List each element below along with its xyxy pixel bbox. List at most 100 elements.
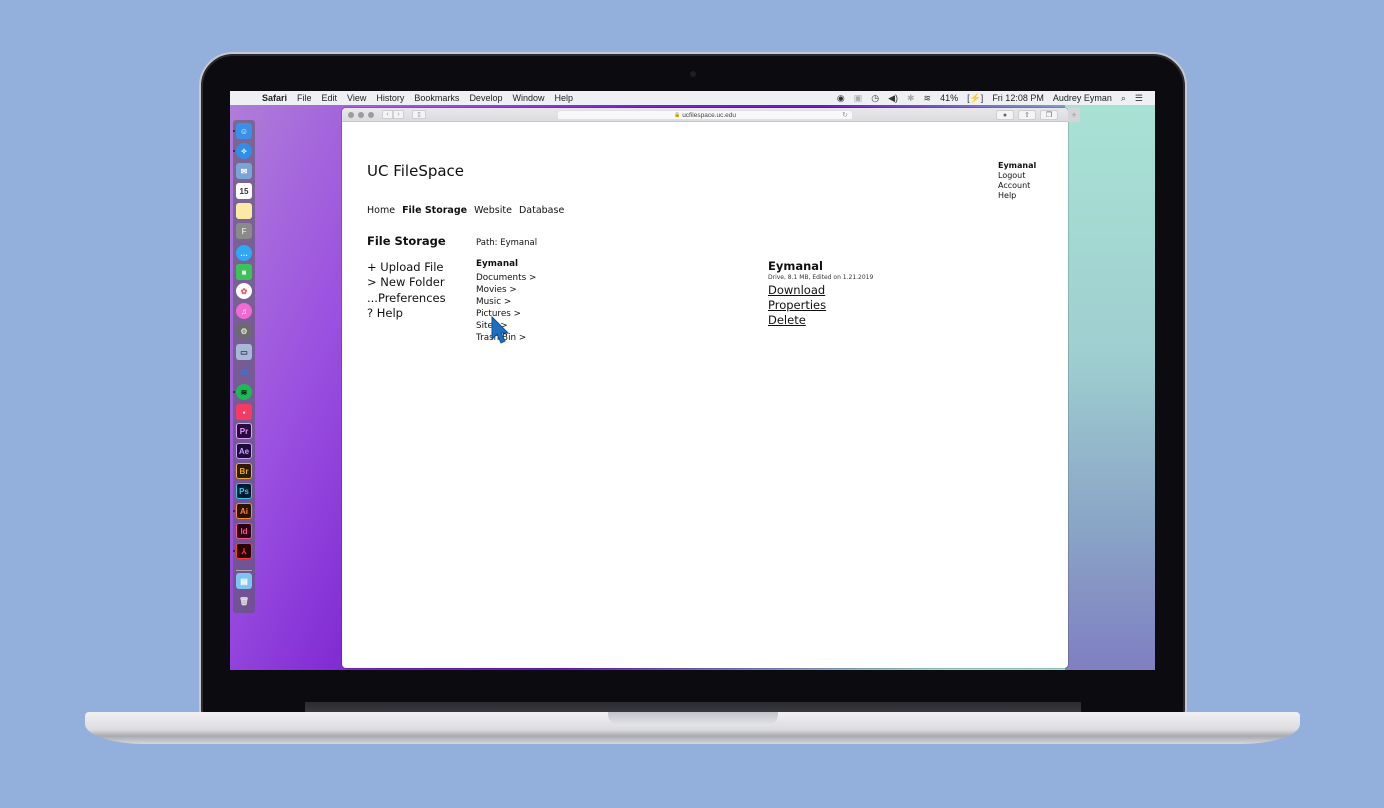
dock-calendar-icon[interactable]: 15 (236, 183, 252, 199)
laptop-notch (608, 712, 778, 726)
dock: ☺ ✧ ✉ 15 F … ■ ✿ ♫ ⚙ ▭ W ≋ ▪ Pr Ae Br Ps Ai Id ⅄ ▤ 🗑 (233, 120, 255, 613)
sidebar-toggle-button[interactable]: ▯ (412, 110, 426, 119)
dock-finder-icon[interactable]: ☺ (236, 123, 252, 139)
wallpaper (1065, 91, 1155, 670)
toolbar-right: ● ⇧ ❐ (996, 110, 1058, 120)
folder-movies[interactable]: Movies > (476, 284, 536, 296)
dock-facetime-icon[interactable]: ■ (236, 264, 252, 280)
dock-fontbook-icon[interactable]: F (236, 223, 252, 239)
battery-percent[interactable]: 41% (940, 93, 958, 103)
account-link[interactable]: Account (998, 181, 1036, 191)
dock-running-indicator (233, 150, 235, 152)
desktop-screen: Safari File Edit View History Bookmarks … (230, 91, 1155, 670)
storage-actions: + Upload File > New Folder ...Preference… (367, 260, 446, 321)
dock-notes-icon[interactable] (236, 203, 252, 219)
dock-downloads-icon[interactable]: ▤ (236, 573, 252, 589)
battery-icon[interactable]: [⚡] (967, 93, 983, 104)
storage-help-link[interactable]: ? Help (367, 306, 446, 321)
dock-preview-icon[interactable]: ▭ (236, 344, 252, 360)
wifi-icon[interactable]: ≋ (924, 93, 932, 104)
menu-file[interactable]: File (297, 93, 312, 103)
minimize-window-button[interactable] (358, 111, 364, 118)
account-username: Eymanal (998, 161, 1037, 170)
web-page: UC FileSpace Eymanal Logout Account Help… (342, 122, 1068, 668)
downloads-button[interactable]: ● (996, 110, 1014, 120)
preferences-link[interactable]: ...Preferences (367, 291, 446, 306)
logout-link[interactable]: Logout (998, 171, 1036, 181)
dock-itunes-icon[interactable]: ♫ (236, 303, 252, 319)
section-title: File Storage (367, 234, 446, 248)
forward-button[interactable]: › (393, 110, 404, 119)
dock-safari-icon[interactable]: ✧ (236, 143, 252, 159)
folder-music[interactable]: Music > (476, 296, 536, 308)
dock-acrobat-icon[interactable]: ⅄ (236, 543, 252, 559)
bluetooth-icon[interactable]: ✱ (907, 93, 915, 104)
menu-bar: Safari File Edit View History Bookmarks … (230, 91, 1155, 105)
dock-separator (236, 570, 252, 571)
menu-bookmarks[interactable]: Bookmarks (414, 93, 459, 103)
dock-trash-icon[interactable]: 🗑 (236, 593, 252, 609)
folder-documents[interactable]: Documents > (476, 272, 536, 284)
dock-word-icon[interactable]: W (236, 364, 252, 380)
dock-running-indicator (233, 130, 235, 132)
dock-system-preferences-icon[interactable]: ⚙ (236, 323, 252, 339)
nav-file-storage[interactable]: File Storage (402, 205, 467, 216)
dock-running-indicator (233, 510, 235, 512)
dock-after-effects-icon[interactable]: Ae (236, 443, 252, 459)
dock-photoshop-icon[interactable]: Ps (236, 483, 252, 499)
creative-cloud-icon[interactable]: ◉ (837, 93, 845, 104)
share-button[interactable]: ⇧ (1018, 110, 1036, 120)
folder-title[interactable]: Eymanal (476, 259, 518, 269)
dock-bridge-icon[interactable]: Br (236, 463, 252, 479)
dock-screens-icon[interactable]: ▪ (236, 404, 252, 420)
menu-window[interactable]: Window (512, 93, 544, 103)
menu-history[interactable]: History (376, 93, 404, 103)
upload-file-link[interactable]: + Upload File (367, 260, 446, 275)
dock-messages-icon[interactable]: … (236, 245, 252, 261)
window-controls (348, 111, 374, 118)
menu-help[interactable]: Help (554, 93, 573, 103)
dock-running-indicator (233, 550, 235, 552)
time-machine-icon[interactable]: ◷ (871, 93, 879, 104)
tabs-overview-button[interactable]: ❐ (1040, 110, 1058, 120)
properties-link[interactable]: Properties (768, 298, 873, 313)
dock-spotify-icon[interactable]: ≋ (236, 384, 252, 400)
reload-icon[interactable]: ↻ (842, 111, 848, 119)
notification-center-icon[interactable]: ☰ (1135, 93, 1143, 104)
download-link[interactable]: Download (768, 283, 873, 298)
url-text: ucfilespace.uc.edu (682, 111, 737, 119)
help-link[interactable]: Help (998, 191, 1036, 201)
dock-premiere-icon[interactable]: Pr (236, 423, 252, 439)
user-name[interactable]: Audrey Eyman (1053, 93, 1112, 103)
new-folder-link[interactable]: > New Folder (367, 275, 446, 290)
nav-home[interactable]: Home (367, 205, 395, 216)
details-panel: Eymanal Drive, 8.1 MB, Edited on 1.21.20… (768, 259, 873, 328)
nav-website[interactable]: Website (474, 205, 512, 216)
dock-illustrator-icon[interactable]: Ai (236, 503, 252, 519)
maximize-window-button[interactable] (368, 111, 374, 118)
details-name: Eymanal (768, 259, 823, 273)
back-button[interactable]: ‹ (382, 110, 393, 119)
volume-icon[interactable]: ◀) (888, 93, 898, 104)
menu-edit[interactable]: Edit (322, 93, 338, 103)
safari-window: ‹ › ▯ 🔒 ucfilespace.uc.edu ↻ ● ⇧ ❐ UC Fi… (342, 108, 1068, 668)
breadcrumb-path: Path: Eymanal (476, 238, 538, 248)
spotlight-search-icon[interactable]: ⌕ (1121, 93, 1126, 104)
dock-photos-icon[interactable]: ✿ (236, 283, 252, 299)
dock-mail-icon[interactable]: ✉ (236, 163, 252, 179)
menu-develop[interactable]: Develop (469, 93, 502, 103)
delete-link[interactable]: Delete (768, 313, 873, 328)
site-title[interactable]: UC FileSpace (367, 162, 464, 180)
dock-indesign-icon[interactable]: Id (236, 523, 252, 539)
address-bar[interactable]: 🔒 ucfilespace.uc.edu ↻ (557, 110, 853, 120)
menu-app-name[interactable]: Safari (262, 93, 287, 103)
nav-database[interactable]: Database (519, 205, 564, 216)
clock[interactable]: Fri 12:08 PM (992, 93, 1044, 103)
close-window-button[interactable] (348, 111, 354, 118)
mouse-cursor-icon (491, 315, 510, 344)
nav-buttons: ‹ › (382, 110, 404, 119)
dock-running-indicator (233, 391, 235, 393)
new-tab-button[interactable]: + (1068, 108, 1080, 122)
airplay-icon[interactable]: ▣ (854, 93, 863, 104)
menu-view[interactable]: View (347, 93, 366, 103)
